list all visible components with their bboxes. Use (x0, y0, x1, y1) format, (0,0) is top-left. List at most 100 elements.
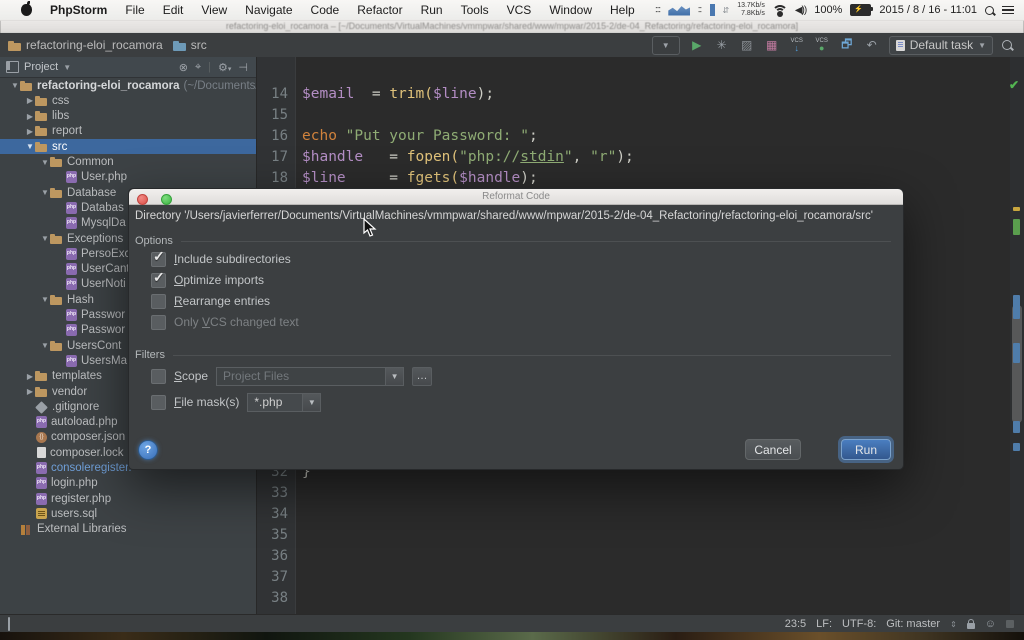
tree-collapsed-icon[interactable]: ▶ (25, 372, 35, 381)
checkbox-checked[interactable] (151, 252, 166, 267)
tree-expanded-icon[interactable]: ▼ (40, 295, 50, 304)
tree-item-users-sql[interactable]: users.sql (0, 506, 257, 521)
menu-item-file[interactable]: File (116, 0, 153, 20)
tree-collapsed-icon[interactable]: ▶ (25, 112, 35, 121)
istat-cpu-graph-icon[interactable] (668, 5, 690, 16)
search-everywhere-icon[interactable] (1002, 40, 1012, 50)
tree-item-refactoring-eloi-rocamora[interactable]: ▼refactoring-eloi_rocamora(~/Documents/V… (0, 78, 257, 93)
task-combo[interactable]: Default task ▼ (889, 36, 993, 55)
tree-item-external-libraries[interactable]: External Libraries (0, 522, 257, 537)
menu-item-refactor[interactable]: Refactor (348, 0, 411, 20)
tree-expanded-icon[interactable]: ▼ (40, 158, 50, 167)
run-config-dropdown[interactable]: ▼ (652, 36, 680, 55)
network-speed[interactable]: 13.7Kb/s 7.8Kb/s (737, 2, 765, 18)
inspection-ok-icon[interactable]: ✔ (1009, 79, 1021, 91)
show-changes-icon[interactable]: 🗗 (839, 37, 855, 54)
tree-expanded-icon[interactable]: ▼ (40, 341, 50, 350)
tree-item-label: Exceptions (67, 233, 123, 245)
dialog-title-bar[interactable]: Reformat Code (129, 189, 903, 205)
file-mask-checkbox[interactable] (151, 395, 166, 410)
apple-menu[interactable] (12, 0, 41, 20)
menu-item-window[interactable]: Window (540, 0, 601, 20)
chevron-down-icon[interactable]: ▼ (63, 63, 71, 72)
istat-bar-icon[interactable] (710, 4, 715, 16)
battery-icon[interactable]: ⚡ (850, 4, 871, 16)
tree-expanded-icon[interactable]: ▼ (40, 234, 50, 243)
menu-item-edit[interactable]: Edit (154, 0, 193, 20)
checkbox-checked[interactable] (151, 273, 166, 288)
toolwindow-toggle[interactable] (0, 618, 10, 630)
menu-item-view[interactable]: View (192, 0, 236, 20)
editor-scrollbar[interactable] (1010, 57, 1024, 614)
menu-item-code[interactable]: Code (302, 0, 349, 20)
encoding[interactable]: UTF-8: (842, 618, 876, 630)
notification-center-icon[interactable] (1002, 6, 1014, 15)
menu-item-phpstorm[interactable]: PhpStorm (41, 0, 116, 20)
hector-inspector-icon[interactable]: ☺ (985, 619, 996, 630)
tree-item-css[interactable]: ▶css (0, 93, 257, 108)
collapse-all-icon[interactable]: ⊗ (179, 61, 188, 74)
menu-clock[interactable]: 2015 / 8 / 16 - 11:01 (879, 4, 977, 16)
coverage-icon[interactable]: ▨ (739, 37, 755, 54)
line-ending[interactable]: LF: (816, 618, 832, 630)
volume-icon[interactable]: ◀)) (795, 5, 806, 16)
vcs-commit-icon[interactable]: VCS● (814, 37, 830, 54)
tree-expanded-icon[interactable]: ▼ (10, 81, 20, 90)
scope-combo[interactable]: Project Files ▼ (216, 367, 404, 386)
tree-expanded-icon[interactable]: ▼ (25, 142, 35, 151)
gear-icon[interactable]: ⚙▾ (218, 61, 231, 74)
line-number: 34 (258, 504, 288, 525)
tree-item-register-php[interactable]: register.php (0, 491, 257, 506)
close-window-button[interactable] (137, 194, 148, 205)
istat-text-icon[interactable]: ▪▪▪▪▪▪ (656, 6, 661, 15)
git-branch[interactable]: Git: master (886, 618, 940, 630)
tree-collapsed-icon[interactable]: ▶ (25, 387, 35, 396)
istat-mem-icon[interactable]: ▪▪▪▪ (698, 6, 701, 15)
browse-scope-button[interactable]: … (412, 367, 432, 386)
istat-arrows-icon[interactable]: ⇵ (723, 6, 730, 15)
lock-icon[interactable] (967, 623, 975, 629)
menu-item-navigate[interactable]: Navigate (236, 0, 301, 20)
menu-item-run[interactable]: Run (412, 0, 452, 20)
filters-label: Filters (135, 349, 165, 361)
checkbox-unchecked[interactable] (151, 294, 166, 309)
tree-expanded-icon[interactable]: ▼ (40, 188, 50, 197)
caret-position[interactable]: 23:5 (785, 618, 806, 630)
vcs-update-icon[interactable]: VCS↓ (789, 37, 805, 54)
tree-item-report[interactable]: ▶report (0, 124, 257, 139)
scrollbar-mark (1013, 219, 1020, 235)
code-line: $handle = fopen("php://stdin", "r"); (302, 147, 634, 168)
cancel-button[interactable]: Cancel (745, 439, 801, 460)
menu-item-vcs[interactable]: VCS (498, 0, 541, 20)
checkbox-unchecked[interactable] (151, 315, 166, 330)
spotlight-icon[interactable] (985, 6, 994, 15)
chevron-down-icon[interactable]: ▼ (386, 367, 404, 386)
tree-collapsed-icon[interactable]: ▶ (25, 127, 35, 136)
debug-icon[interactable]: ✳ (714, 37, 730, 54)
scope-checkbox[interactable] (151, 369, 166, 384)
tree-item-libs[interactable]: ▶libs (0, 109, 257, 124)
scroll-to-source-icon[interactable]: ⌖ (195, 61, 201, 74)
scrollbar-thumb[interactable] (1012, 305, 1022, 423)
tree-item-user-php[interactable]: User.php (0, 170, 257, 185)
chevron-down-icon[interactable]: ▼ (303, 393, 321, 412)
tree-item-src[interactable]: ▼src (0, 139, 257, 154)
zoom-window-button[interactable] (161, 194, 172, 205)
project-panel-title[interactable]: Project (24, 61, 58, 73)
file-mask-combo[interactable]: *.php ▼ (247, 393, 321, 412)
wifi-icon[interactable] (773, 5, 787, 15)
menu-item-help[interactable]: Help (601, 0, 644, 20)
tree-item-common[interactable]: ▼Common (0, 155, 257, 170)
breadcrumb-item[interactable]: src (173, 38, 207, 52)
hide-panel-icon[interactable]: ⊣ (238, 61, 248, 74)
configure-colors-icon[interactable]: ▦ (764, 37, 780, 54)
run-icon[interactable]: ▶ (689, 37, 705, 54)
breadcrumb-item[interactable]: refactoring-eloi_rocamora (8, 38, 163, 52)
tree-collapsed-icon[interactable]: ▶ (25, 96, 35, 105)
tree-item-login-php[interactable]: login.php (0, 476, 257, 491)
dialog-title: Reformat Code (482, 191, 550, 202)
run-button[interactable]: Run (841, 439, 891, 460)
help-button[interactable]: ? (138, 440, 158, 460)
menu-item-tools[interactable]: Tools (452, 0, 498, 20)
rollback-icon[interactable]: ↶ (864, 37, 880, 54)
